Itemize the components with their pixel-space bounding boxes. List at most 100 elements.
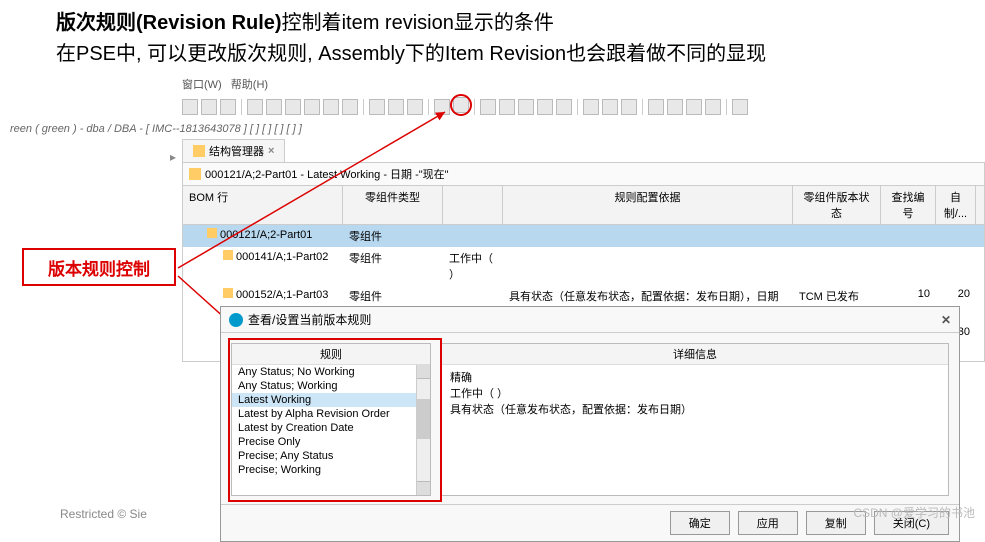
rule-item[interactable]: Latest Working (232, 393, 430, 407)
table-row[interactable]: 000141/A;1-Part02零组件工作中（ ） (183, 247, 984, 285)
col-blank[interactable] (443, 186, 503, 224)
scroll-down-btn[interactable] (417, 481, 430, 495)
title-line2: 在PSE中, 可以更改版次规则, Assembly下的Item Revision… (0, 37, 985, 74)
handle-icon[interactable]: ▸ (170, 150, 176, 164)
cell-make (936, 249, 976, 283)
rules-header: 规则 (232, 344, 430, 365)
rule-item[interactable]: Precise; Working (232, 463, 430, 477)
toolbar-btn[interactable] (537, 99, 553, 115)
title-bold: 版次规则(Revision Rule) (56, 12, 282, 34)
cell-work (443, 227, 503, 245)
cell-bom: 000121/A;2-Part01 (183, 227, 343, 245)
menu-window[interactable]: 窗口(W) (182, 79, 222, 91)
col-rule[interactable]: 规则配置依据 (503, 186, 793, 224)
cell-status (793, 227, 881, 245)
dialog-icon (229, 313, 243, 327)
detail-line: 工作中（ ） (450, 385, 940, 401)
breadcrumb: reen ( green ) - dba / DBA - [ IMC--1813… (0, 119, 985, 139)
toolbar-btn[interactable] (732, 99, 748, 115)
toolbar-btn[interactable] (285, 99, 301, 115)
ok-button[interactable]: 确定 (670, 511, 730, 535)
toolbar-btn[interactable] (182, 99, 198, 115)
separator (363, 99, 364, 115)
rules-listbox[interactable]: Any Status; No WorkingAny Status; Workin… (232, 365, 430, 495)
col-make[interactable]: 自制/... (936, 186, 976, 224)
toolbar-btn[interactable] (220, 99, 236, 115)
toolbar-btn[interactable] (602, 99, 618, 115)
toolbar-btn[interactable] (621, 99, 637, 115)
path-bar: 000121/A;2-Part01 - Latest Working - 日期 … (182, 163, 985, 186)
separator (642, 99, 643, 115)
path-text: 000121/A;2-Part01 - Latest Working - 日期 … (205, 166, 449, 182)
toolbar-btn[interactable] (434, 99, 450, 115)
rule-item[interactable]: Precise; Any Status (232, 449, 430, 463)
cell-type: 零组件 (343, 249, 443, 283)
tab-close-icon[interactable]: × (268, 145, 274, 157)
toolbar-btn[interactable] (556, 99, 572, 115)
scroll-up-btn[interactable] (417, 365, 430, 379)
col-find[interactable]: 查找编号 (881, 186, 936, 224)
tab-structure-manager[interactable]: 结构管理器 × (182, 139, 285, 162)
toolbar (0, 94, 985, 119)
rules-panel: 规则 Any Status; No WorkingAny Status; Wor… (231, 343, 431, 496)
nav-prev-btn[interactable] (667, 99, 683, 115)
annotation-box: 版本规则控制 (22, 248, 176, 286)
table-row[interactable]: 000121/A;2-Part01零组件 (183, 225, 984, 247)
cell-type: 零组件 (343, 227, 443, 245)
separator (726, 99, 727, 115)
menubar: 窗口(W) 帮助(H) (0, 74, 985, 94)
rule-item[interactable]: Any Status; No Working (232, 365, 430, 379)
separator (474, 99, 475, 115)
cell-rule (503, 227, 793, 245)
toolbar-btn[interactable] (480, 99, 496, 115)
item-icon (189, 168, 201, 180)
separator (241, 99, 242, 115)
toolbar-btn[interactable] (369, 99, 385, 115)
dialog-title: 查看/设置当前版本规则 (248, 311, 371, 328)
rule-item[interactable]: Latest by Alpha Revision Order (232, 407, 430, 421)
scrollbar[interactable] (416, 365, 430, 495)
table-header: BOM 行 零组件类型 规则配置依据 零组件版本状态 查找编号 自制/... (183, 186, 984, 225)
detail-line: 精确 (450, 369, 940, 385)
cell-work: 工作中（ ） (443, 249, 503, 283)
rule-item[interactable]: Any Status; Working (232, 379, 430, 393)
col-type[interactable]: 零组件类型 (343, 186, 443, 224)
cell-make (936, 227, 976, 245)
title-rest: 控制着item revision显示的条件 (282, 12, 554, 34)
menu-help[interactable]: 帮助(H) (231, 79, 268, 91)
cell-status (793, 249, 881, 283)
col-status[interactable]: 零组件版本状态 (793, 186, 881, 224)
toolbar-btn[interactable] (266, 99, 282, 115)
rule-item[interactable]: Latest by Creation Date (232, 421, 430, 435)
toolbar-btn[interactable] (407, 99, 423, 115)
nav-last-btn[interactable] (705, 99, 721, 115)
footer-text: Restricted © Sie (60, 507, 147, 521)
apply-button[interactable]: 应用 (738, 511, 798, 535)
detail-panel: 详细信息 精确工作中（ ）具有状态（任意发布状态，配置依据：发布日期） (441, 343, 949, 496)
cell-find (881, 249, 936, 283)
tab-label: 结构管理器 (209, 143, 264, 159)
toolbar-btn[interactable] (499, 99, 515, 115)
nav-next-btn[interactable] (686, 99, 702, 115)
toolbar-btn[interactable] (583, 99, 599, 115)
toolbar-btn[interactable] (323, 99, 339, 115)
highlight-circle (450, 94, 472, 116)
tab-bar: 结构管理器 × (182, 139, 985, 163)
row-icon (207, 228, 217, 238)
detail-content: 精确工作中（ ）具有状态（任意发布状态，配置依据：发布日期） (442, 365, 948, 495)
toolbar-btn[interactable] (201, 99, 217, 115)
row-icon (223, 250, 233, 260)
dialog-close-icon[interactable]: ✕ (941, 313, 951, 327)
toolbar-btn[interactable] (247, 99, 263, 115)
toolbar-btn[interactable] (342, 99, 358, 115)
tab-icon (193, 145, 205, 157)
rule-item[interactable]: Precise Only (232, 435, 430, 449)
col-bom[interactable]: BOM 行 (183, 186, 343, 224)
cell-rule (503, 249, 793, 283)
toolbar-btn[interactable] (388, 99, 404, 115)
dialog-buttons: 确定 应用 复制 关闭(C) (221, 504, 959, 541)
toolbar-btn[interactable] (304, 99, 320, 115)
toolbar-btn[interactable] (518, 99, 534, 115)
scroll-thumb[interactable] (417, 399, 430, 439)
nav-first-btn[interactable] (648, 99, 664, 115)
